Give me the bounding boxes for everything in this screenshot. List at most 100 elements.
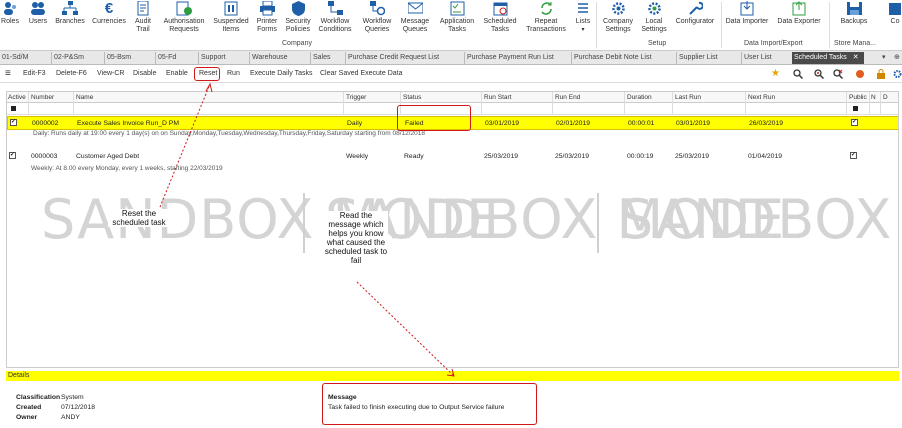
audit-trail-button[interactable]: Audit Trail xyxy=(130,0,156,40)
application-tasks-icon xyxy=(450,1,465,16)
column-header-status[interactable]: Status xyxy=(403,93,421,102)
disable-button[interactable]: Disable xyxy=(133,69,156,79)
record-icon[interactable] xyxy=(855,69,865,81)
data-exporter-button[interactable]: Data Exporter xyxy=(776,0,822,40)
grid-header: Active Number Name Trigger Status Run St… xyxy=(7,92,898,103)
edit-button[interactable]: Edit-F3 xyxy=(23,69,46,79)
lists-dropdown-arrow[interactable]: ▾ xyxy=(581,26,584,34)
advanced-search-icon[interactable] xyxy=(814,69,825,81)
public-filter-checkbox[interactable] xyxy=(853,106,858,111)
execute-daily-tasks-button[interactable]: Execute Daily Tasks xyxy=(250,69,313,79)
security-policies-button[interactable]: Security Policies xyxy=(283,0,313,40)
run-button[interactable]: Run xyxy=(227,69,240,79)
created-value: 07/12/2018 xyxy=(61,404,96,411)
local-settings-button[interactable]: Local Settings xyxy=(638,0,670,40)
authorisation-icon xyxy=(176,1,192,16)
active-filter-checkbox[interactable] xyxy=(11,106,16,111)
tab-purchase-payment-run-list[interactable]: Purchase Payment Run List xyxy=(464,52,570,64)
task-name: Execute Sales Invoice Run_D PM xyxy=(77,120,180,127)
public-checkbox[interactable]: ✓ xyxy=(851,119,858,126)
tab-user-list[interactable]: User List xyxy=(741,52,791,64)
column-header-trigger[interactable]: Trigger xyxy=(346,93,366,102)
menu-icon[interactable]: ≡ xyxy=(5,69,11,79)
ribbon: Roles Users Branches € Currencies Audit … xyxy=(0,0,902,51)
group-label-company: Company xyxy=(282,40,312,47)
favourite-star-icon[interactable]: ★ xyxy=(771,69,780,79)
table-row[interactable]: ✓ 0000003 Customer Aged Debt Weekly Read… xyxy=(7,150,898,164)
task-next-run: 26/03/2019 xyxy=(749,120,784,127)
message-queues-button[interactable]: Message Queues xyxy=(398,0,432,40)
tab-sales[interactable]: Sales xyxy=(310,52,344,64)
tab-scheduled-tasks[interactable]: Scheduled Tasks ✕ xyxy=(792,52,864,64)
active-checkbox[interactable]: ✓ xyxy=(9,152,16,159)
column-header-number[interactable]: Number xyxy=(31,93,54,102)
task-last-run: 03/01/2019 xyxy=(676,120,711,127)
tab-support[interactable]: Support xyxy=(198,52,248,64)
authorisation-requests-button[interactable]: Authorisation Requests xyxy=(158,0,210,40)
close-tab-icon[interactable]: ✕ xyxy=(853,54,859,61)
scheduled-tasks-button[interactable]: Scheduled Tasks xyxy=(480,0,520,40)
clear-saved-execute-data-button[interactable]: Clear Saved Execute Data xyxy=(320,69,403,79)
repeat-transactions-button[interactable]: Repeat Transactions xyxy=(522,0,570,40)
column-header-duration[interactable]: Duration xyxy=(627,93,652,102)
lists-button[interactable]: Lists ▾ xyxy=(572,0,594,40)
application-tasks-button[interactable]: Application Tasks xyxy=(437,0,477,40)
public-checkbox[interactable]: ✓ xyxy=(850,152,857,159)
column-header-run-end[interactable]: Run End xyxy=(555,93,580,102)
co-button[interactable]: Co xyxy=(888,0,902,40)
task-status: Ready xyxy=(404,153,424,160)
tab-01-sd-m[interactable]: 01-Sd/M xyxy=(0,52,50,64)
pin-icon[interactable]: ⊕ xyxy=(892,52,902,64)
tab-05-fd[interactable]: 05-Fd xyxy=(155,52,197,64)
enable-button[interactable]: Enable xyxy=(166,69,188,79)
column-header-last-run[interactable]: Last Run xyxy=(675,93,701,102)
settings-icon[interactable] xyxy=(893,69,902,81)
tab-supplier-list[interactable]: Supplier List xyxy=(676,52,740,64)
users-button[interactable]: Users xyxy=(26,0,50,40)
tab-05-bsm[interactable]: 05-Bsm xyxy=(104,52,154,64)
workflow-queries-button[interactable]: Workflow Queries xyxy=(357,0,397,40)
workflow-conditions-button[interactable]: Workflow Conditions xyxy=(315,0,355,40)
lock-icon[interactable] xyxy=(877,69,885,81)
tab-02-p-sm[interactable]: 02-P&Sm xyxy=(51,52,103,64)
currencies-icon: € xyxy=(104,0,114,17)
workflow-queries-icon xyxy=(369,1,385,16)
tab-list-dropdown-icon[interactable]: ▾ xyxy=(880,52,892,64)
printer-forms-button[interactable]: Printer Forms xyxy=(252,0,282,40)
column-header-active[interactable]: Active xyxy=(8,93,26,102)
task-duration: 00:00:19 xyxy=(627,153,654,160)
tab-purchase-debit-note-list[interactable]: Purchase Debit Note List xyxy=(571,52,675,64)
configurator-icon xyxy=(688,1,703,16)
branches-button[interactable]: Branches xyxy=(53,0,87,40)
currencies-button[interactable]: € Currencies xyxy=(90,0,128,40)
column-header-public[interactable]: Public xyxy=(849,93,867,102)
configurator-button[interactable]: Configurator xyxy=(672,0,718,40)
column-header-next-run[interactable]: Next Run xyxy=(748,93,775,102)
column-header-name[interactable]: Name xyxy=(76,93,93,102)
branches-icon xyxy=(62,1,78,16)
column-header-d[interactable]: D xyxy=(883,93,888,102)
delete-button[interactable]: Delete-F6 xyxy=(56,69,87,79)
classification-value: System xyxy=(61,394,84,401)
security-policies-icon xyxy=(291,1,305,16)
data-importer-button[interactable]: Data Importer xyxy=(724,0,770,40)
view-button[interactable]: View-CR xyxy=(97,69,125,79)
clear-search-icon[interactable] xyxy=(833,69,844,81)
search-icon[interactable] xyxy=(793,69,804,81)
tab-purchase-credit-request-list[interactable]: Purchase Credit Request List xyxy=(345,52,463,64)
column-header-run-start[interactable]: Run Start xyxy=(484,93,511,102)
owner-label: Owner xyxy=(16,414,38,421)
active-checkbox[interactable]: ✓ xyxy=(10,119,17,126)
tab-warehouse[interactable]: Warehouse xyxy=(249,52,309,64)
watermark-divider xyxy=(597,193,599,253)
audit-trail-icon xyxy=(137,1,149,16)
backups-button[interactable]: Backups xyxy=(836,0,872,40)
suspended-items-button[interactable]: Suspended Items xyxy=(211,0,251,40)
message-annotation: Read the message which helps you know wh… xyxy=(324,211,388,265)
data-exporter-icon xyxy=(792,1,807,16)
details-bar[interactable]: Details xyxy=(6,371,899,381)
company-settings-button[interactable]: Company Settings xyxy=(600,0,636,40)
roles-button[interactable]: Roles xyxy=(0,0,20,40)
message-queues-icon xyxy=(407,1,423,16)
column-header-n[interactable]: N xyxy=(871,93,876,102)
